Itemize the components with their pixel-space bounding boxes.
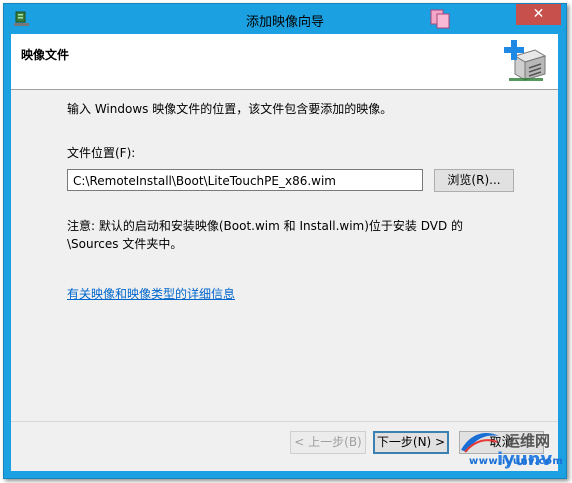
wizard-header: 映像文件 [11, 34, 558, 90]
next-button[interactable]: 下一步(N) > [373, 431, 449, 454]
file-location-input[interactable]: C:\RemoteInstall\Boot\LiteTouchPE_x86.wi… [67, 169, 423, 191]
wizard-client: 映像文件 输入 Windows 映像文件的位置，该文件包含要添加的映像。 文件位… [11, 34, 558, 471]
image-info-link[interactable]: 有关映像和映像类型的详细信息 [67, 285, 235, 302]
intro-text: 输入 Windows 映像文件的位置，该文件包含要添加的映像。 [67, 102, 393, 116]
title-bar[interactable]: 添加映像向导 ✕ [4, 4, 566, 34]
window-title: 添加映像向导 [245, 15, 324, 30]
browse-button[interactable]: 浏览(R)... [434, 169, 514, 192]
back-button[interactable]: < 上一步(B) [290, 431, 366, 454]
watermark-url: www.iyunv.com [469, 456, 564, 467]
wizard-window: 添加映像向导 ✕ 映像文件 输入 Windows 映像文件的位置，该文件包含要添… [3, 3, 567, 479]
overlay-pages-icon [430, 9, 450, 29]
footer-divider [11, 421, 558, 422]
file-location-label: 文件位置(F): [67, 146, 136, 160]
add-image-wizard-icon [504, 40, 547, 81]
page-title: 映像文件 [21, 48, 70, 62]
watermark-text: 运维网 [505, 432, 551, 450]
site-watermark: 运维网 iyunv www.iyunv.com [457, 428, 567, 478]
note-text: 注意: 默认的启动和安装映像(Boot.wim 和 Install.wim)位于… [67, 219, 464, 251]
close-button[interactable]: ✕ [516, 4, 561, 25]
